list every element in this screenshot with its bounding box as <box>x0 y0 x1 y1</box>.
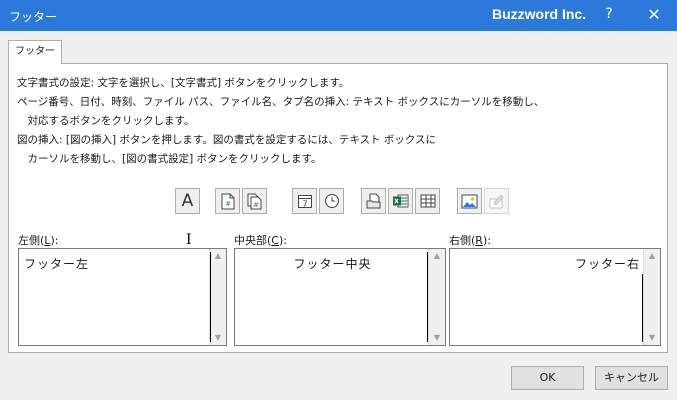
scroll-down-icon[interactable]: ▼ <box>644 331 660 345</box>
center-section-text: フッター中央 <box>293 257 372 271</box>
center-scrollbar[interactable]: ▲ ▼ <box>428 249 445 345</box>
format-text-icon: A <box>181 191 194 211</box>
scroll-down-icon[interactable]: ▼ <box>429 331 445 345</box>
insert-sheet-name-button[interactable] <box>415 188 440 214</box>
instruction-line-5: カーソルを移動し、[図の書式設定] ボタンをクリックします。 <box>17 153 322 165</box>
svg-text:#: # <box>253 201 259 209</box>
left-section-text: フッター左 <box>24 257 90 271</box>
left-section-label: 左側(L): <box>18 234 59 247</box>
title-bar: フッター Buzzword Inc. ? ✕ <box>0 0 677 31</box>
scroll-up-icon[interactable]: ▲ <box>429 249 445 263</box>
instruction-line-2: ページ番号、日付、時刻、ファイル パス、ファイル名、タブ名の挿入: テキスト ボ… <box>17 96 545 108</box>
center-accesskey: C <box>271 234 279 247</box>
right-accesskey: R <box>475 234 483 247</box>
clock-icon <box>324 194 339 208</box>
center-section-textbox[interactable]: フッター中央 ▲ ▼ <box>234 248 446 346</box>
insert-file-name-button[interactable] <box>388 188 413 214</box>
close-button[interactable]: ✕ <box>640 3 668 27</box>
insert-page-number-button[interactable]: # <box>215 188 240 214</box>
page-number-icon: # <box>221 193 234 209</box>
folder-file-icon <box>366 193 380 209</box>
format-picture-icon <box>489 194 504 209</box>
brand-label: Buzzword Inc. <box>492 6 587 22</box>
footer-panel: 文字書式の設定: 文字を選択し、[文字書式] ボタンをクリックします。 ページ番… <box>8 63 668 353</box>
left-scrollbar[interactable]: ▲ ▼ <box>209 249 226 345</box>
instruction-line-1: 文字書式の設定: 文字を選択し、[文字書式] ボタンをクリックします。 <box>17 77 350 89</box>
right-section-textbox[interactable]: フッター右 ▲ ▼ <box>449 248 661 346</box>
scroll-up-icon[interactable]: ▲ <box>644 249 660 263</box>
cancel-button[interactable]: キャンセル <box>595 366 668 390</box>
svg-text:#: # <box>225 200 231 208</box>
right-text-caret <box>642 274 643 342</box>
scroll-up-icon[interactable]: ▲ <box>210 249 226 263</box>
window-title: フッター <box>9 10 58 24</box>
scroll-down-icon[interactable]: ▼ <box>210 331 226 345</box>
help-button[interactable]: ? <box>601 6 617 22</box>
svg-text:7: 7 <box>302 200 307 209</box>
right-section-text: フッター右 <box>574 257 640 271</box>
insert-date-button[interactable]: 7 <box>292 188 317 214</box>
instruction-line-4: 図の挿入: [図の挿入] ボタンを押します。図の書式を設定するには、テキスト ボ… <box>17 134 437 146</box>
insert-page-count-button[interactable]: # <box>242 188 267 214</box>
picture-icon <box>461 194 478 208</box>
calendar-icon: 7 <box>297 195 312 209</box>
left-text-caret <box>210 252 211 342</box>
instruction-line-3: 対応するボタンをクリックします。 <box>17 115 195 127</box>
tab-footer[interactable]: フッター <box>8 40 62 64</box>
right-section-label: 右側(R): <box>449 234 491 247</box>
left-section-textbox[interactable]: フッター左 ▲ ▼ <box>18 248 227 346</box>
insert-time-button[interactable] <box>319 188 344 214</box>
center-section-label: 中央部(C): <box>234 234 287 247</box>
insert-picture-button[interactable] <box>457 188 482 214</box>
format-picture-button[interactable] <box>484 188 509 214</box>
insert-file-path-button[interactable] <box>361 188 386 214</box>
sheet-grid-icon <box>420 194 435 208</box>
right-scrollbar[interactable]: ▲ ▼ <box>643 249 660 345</box>
format-text-button[interactable]: A <box>175 188 200 214</box>
ok-button[interactable]: OK <box>511 366 584 390</box>
excel-icon <box>393 194 409 208</box>
ibeam-cursor-icon: I <box>186 232 192 248</box>
page-count-icon: # <box>247 193 261 209</box>
center-text-caret <box>427 252 428 342</box>
